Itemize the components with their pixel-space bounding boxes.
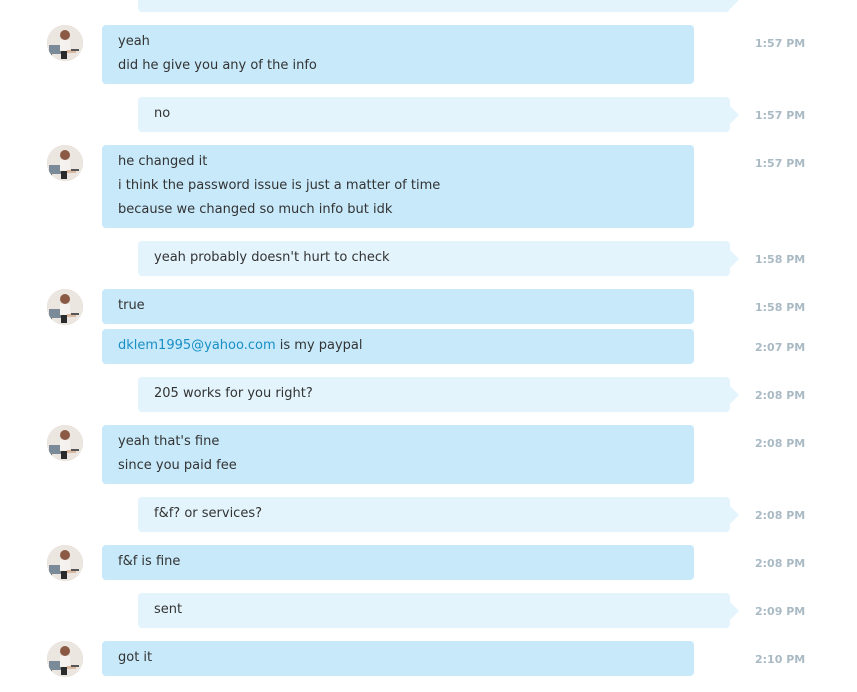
message-text: yeah [118, 34, 150, 49]
person-photo-icon [47, 25, 83, 61]
contact-avatar[interactable] [47, 25, 83, 61]
message-timestamp: 2:09 PM [755, 605, 806, 618]
message-timestamp: 1:57 PM [755, 37, 806, 50]
contact-avatar[interactable] [47, 641, 83, 677]
message-text: yeah that's fine [118, 434, 220, 449]
message-bubble-outgoing[interactable]: f&f? or services? [138, 497, 739, 532]
message-text: no [154, 106, 171, 121]
message-bubble-incoming[interactable]: yeah did he give you any of the info [102, 25, 694, 84]
message-text: he changed it [118, 154, 208, 169]
message-timestamp: 2:10 PM [755, 653, 806, 666]
email-link[interactable]: dklem1995@yahoo.com [118, 338, 276, 353]
message-bubble-incoming[interactable]: f&f is fine [102, 545, 694, 580]
person-photo-icon [47, 425, 83, 461]
message-text: sent [154, 602, 183, 617]
message-text-rest: is my paypal [275, 338, 363, 353]
message-bubble-incoming[interactable]: yeah that's fine since you paid fee [102, 425, 694, 484]
person-photo-icon [47, 545, 83, 581]
message-bubble-outgoing-partial [138, 0, 739, 12]
message-text: because we changed so much info but idk [118, 202, 393, 217]
person-photo-icon [47, 641, 83, 677]
message-timestamp: 1:57 PM [755, 157, 806, 170]
message-bubble-outgoing[interactable]: 205 works for you right? [138, 377, 739, 412]
message-bubble-incoming[interactable]: true [102, 289, 694, 324]
message-timestamp: 1:58 PM [755, 301, 806, 314]
message-bubble-outgoing[interactable]: yeah probably doesn't hurt to check [138, 241, 739, 276]
chat-history: yeah did he give you any of the info 1:5… [0, 0, 857, 692]
message-text: f&f? or services? [154, 506, 262, 521]
message-bubble-incoming[interactable]: dklem1995@yahoo.com is my paypal [102, 329, 694, 364]
message-text: f&f is fine [118, 554, 181, 569]
message-text: did he give you any of the info [118, 58, 317, 73]
contact-avatar[interactable] [47, 145, 83, 181]
person-photo-icon [47, 145, 83, 181]
message-text: got it [118, 650, 153, 665]
message-bubble-outgoing[interactable]: no [138, 97, 739, 132]
message-timestamp: 2:07 PM [755, 341, 806, 354]
message-timestamp: 2:08 PM [755, 437, 806, 450]
message-timestamp: 2:08 PM [755, 389, 806, 402]
message-timestamp: 2:08 PM [755, 509, 806, 522]
contact-avatar[interactable] [47, 425, 83, 461]
message-text: yeah probably doesn't hurt to check [154, 250, 390, 265]
contact-avatar[interactable] [47, 289, 83, 325]
message-text: 205 works for you right? [154, 386, 313, 401]
message-timestamp: 1:58 PM [755, 253, 806, 266]
message-bubble-incoming[interactable]: got it [102, 641, 694, 676]
message-bubble-incoming[interactable]: he changed it i think the password issue… [102, 145, 694, 228]
message-bubble-outgoing[interactable]: sent [138, 593, 739, 628]
contact-avatar[interactable] [47, 545, 83, 581]
message-text: dklem1995@yahoo.com is my paypal [118, 334, 678, 358]
message-text: since you paid fee [118, 458, 237, 473]
message-text: true [118, 298, 145, 313]
message-timestamp: 2:08 PM [755, 557, 806, 570]
person-photo-icon [47, 289, 83, 325]
message-text: i think the password issue is just a mat… [118, 178, 441, 193]
message-timestamp: 1:57 PM [755, 109, 806, 122]
